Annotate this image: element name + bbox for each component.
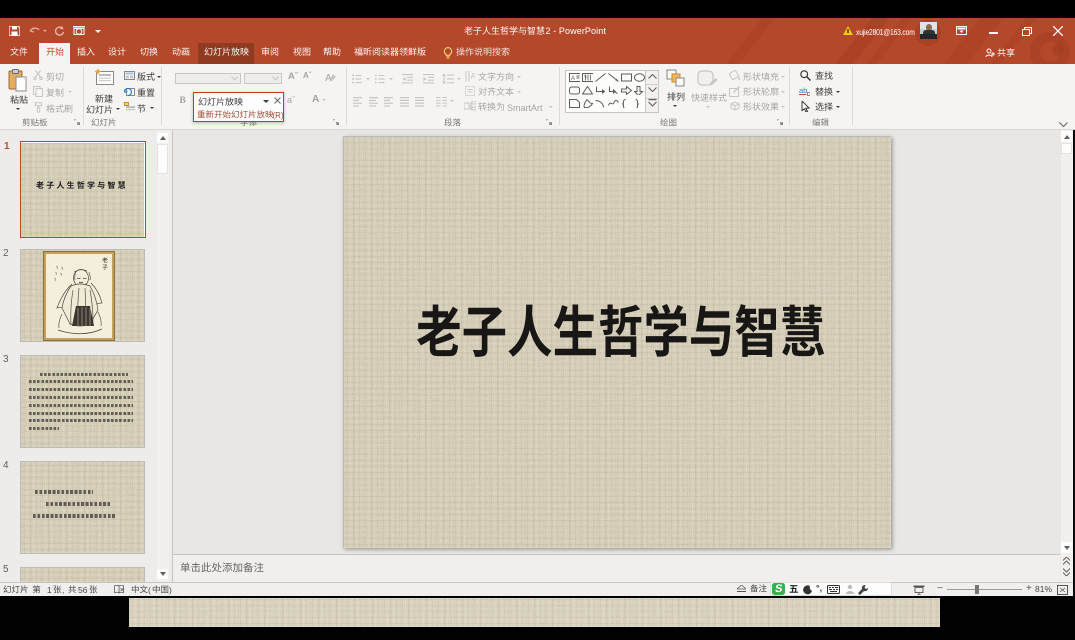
svg-text:c: c: [807, 89, 811, 97]
svg-text:A: A: [471, 72, 476, 81]
svg-text:A: A: [571, 76, 575, 82]
